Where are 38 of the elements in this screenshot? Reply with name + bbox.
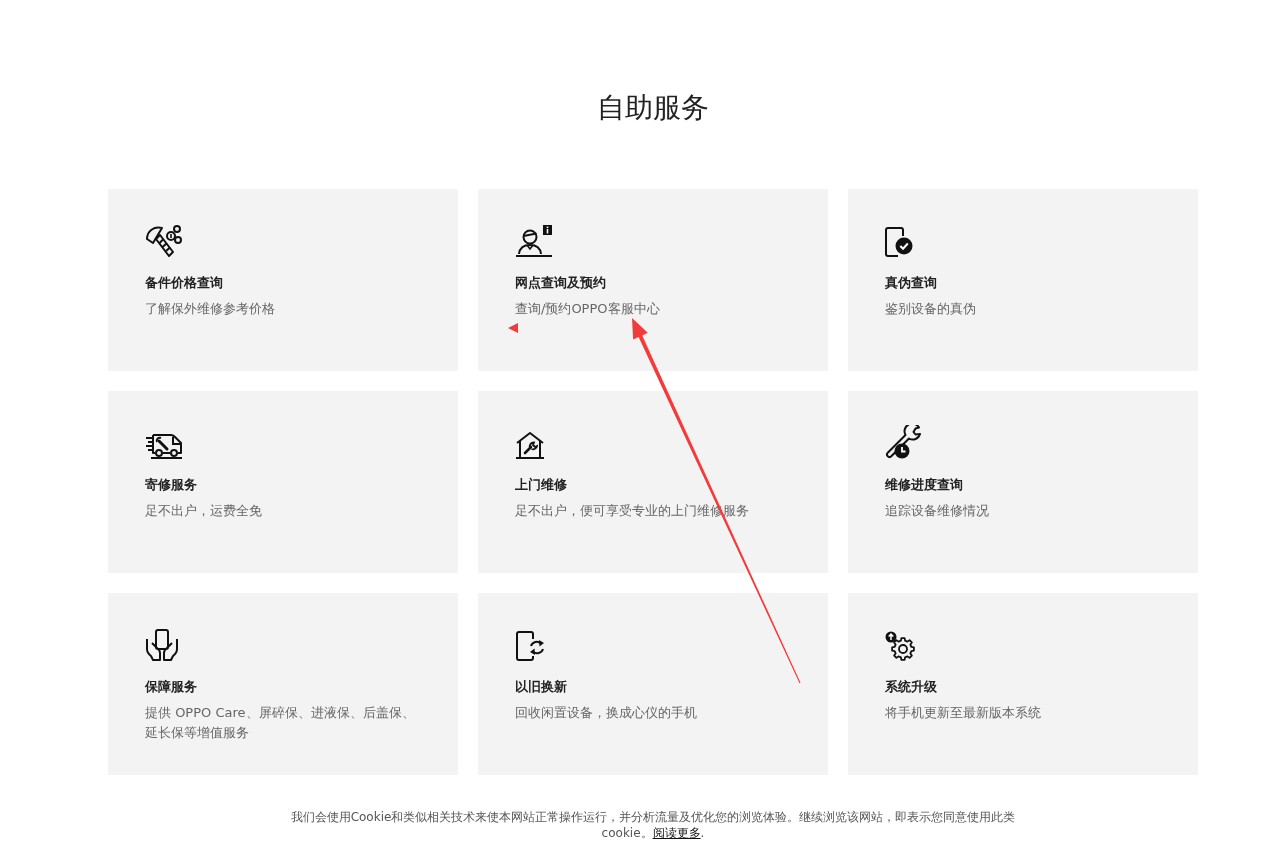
service-card[interactable]: 网点查询及预约 查询/预约OPPO客服中心 — [478, 189, 828, 371]
pointer-triangle-icon — [508, 323, 518, 333]
service-card[interactable]: 真伪查询 鉴别设备的真伪 — [848, 189, 1198, 371]
service-card[interactable]: 备件价格查询 了解保外维修参考价格 — [108, 189, 458, 371]
service-description: 查询/预约OPPO客服中心 — [515, 300, 660, 318]
service-card[interactable]: 以旧换新 回收闲置设备，换成心仪的手机 — [478, 593, 828, 775]
service-description: 追踪设备维修情况 — [885, 502, 989, 520]
service-description: 提供 OPPO Care、屏碎保、进液保、后盖保、延长保等增值服务 — [145, 704, 416, 742]
service-description: 足不出户，运费全免 — [145, 502, 262, 520]
service-title: 系统升级 — [885, 678, 937, 696]
tool-coins-icon — [145, 224, 183, 257]
phone-check-icon — [885, 227, 913, 257]
gear-upload-icon — [885, 631, 915, 661]
service-card[interactable]: 维修进度查询 追踪设备维修情况 — [848, 391, 1198, 573]
service-card[interactable]: 保障服务 提供 OPPO Care、屏碎保、进液保、后盖保、延长保等增值服务 — [108, 593, 458, 775]
service-card[interactable]: 寄修服务 足不出户，运费全免 — [108, 391, 458, 573]
service-title: 以旧换新 — [515, 678, 567, 696]
service-title: 备件价格查询 — [145, 274, 223, 292]
person-info-icon — [515, 224, 553, 257]
service-description: 将手机更新至最新版本系统 — [885, 704, 1041, 722]
service-title: 真伪查询 — [885, 274, 937, 292]
service-title: 网点查询及预约 — [515, 274, 606, 292]
service-card[interactable]: 系统升级 将手机更新至最新版本系统 — [848, 593, 1198, 775]
service-title: 寄修服务 — [145, 476, 197, 494]
service-description: 鉴别设备的真伪 — [885, 300, 976, 318]
page-title: 自助服务 — [596, 90, 710, 126]
phone-refresh-icon — [515, 631, 545, 661]
service-description: 回收闲置设备，换成心仪的手机 — [515, 704, 697, 722]
service-title: 保障服务 — [145, 678, 197, 696]
service-title: 上门维修 — [515, 476, 567, 494]
service-description: 了解保外维修参考价格 — [145, 300, 275, 318]
hands-phone-icon — [145, 629, 179, 661]
van-wrench-icon — [145, 433, 183, 459]
wrench-clock-icon — [885, 425, 923, 459]
read-more-link[interactable]: 阅读更多 — [652, 826, 701, 840]
cookie-notice: 我们会使用Cookie和类似相关技术来使本网站正常操作运行，并分析流量及优化您的浏览体验。继续浏览该网站，即表示您同意使用此类cookie。阅读更多. — [289, 809, 1017, 841]
service-title: 维修进度查询 — [885, 476, 963, 494]
house-wrench-icon — [515, 431, 545, 459]
